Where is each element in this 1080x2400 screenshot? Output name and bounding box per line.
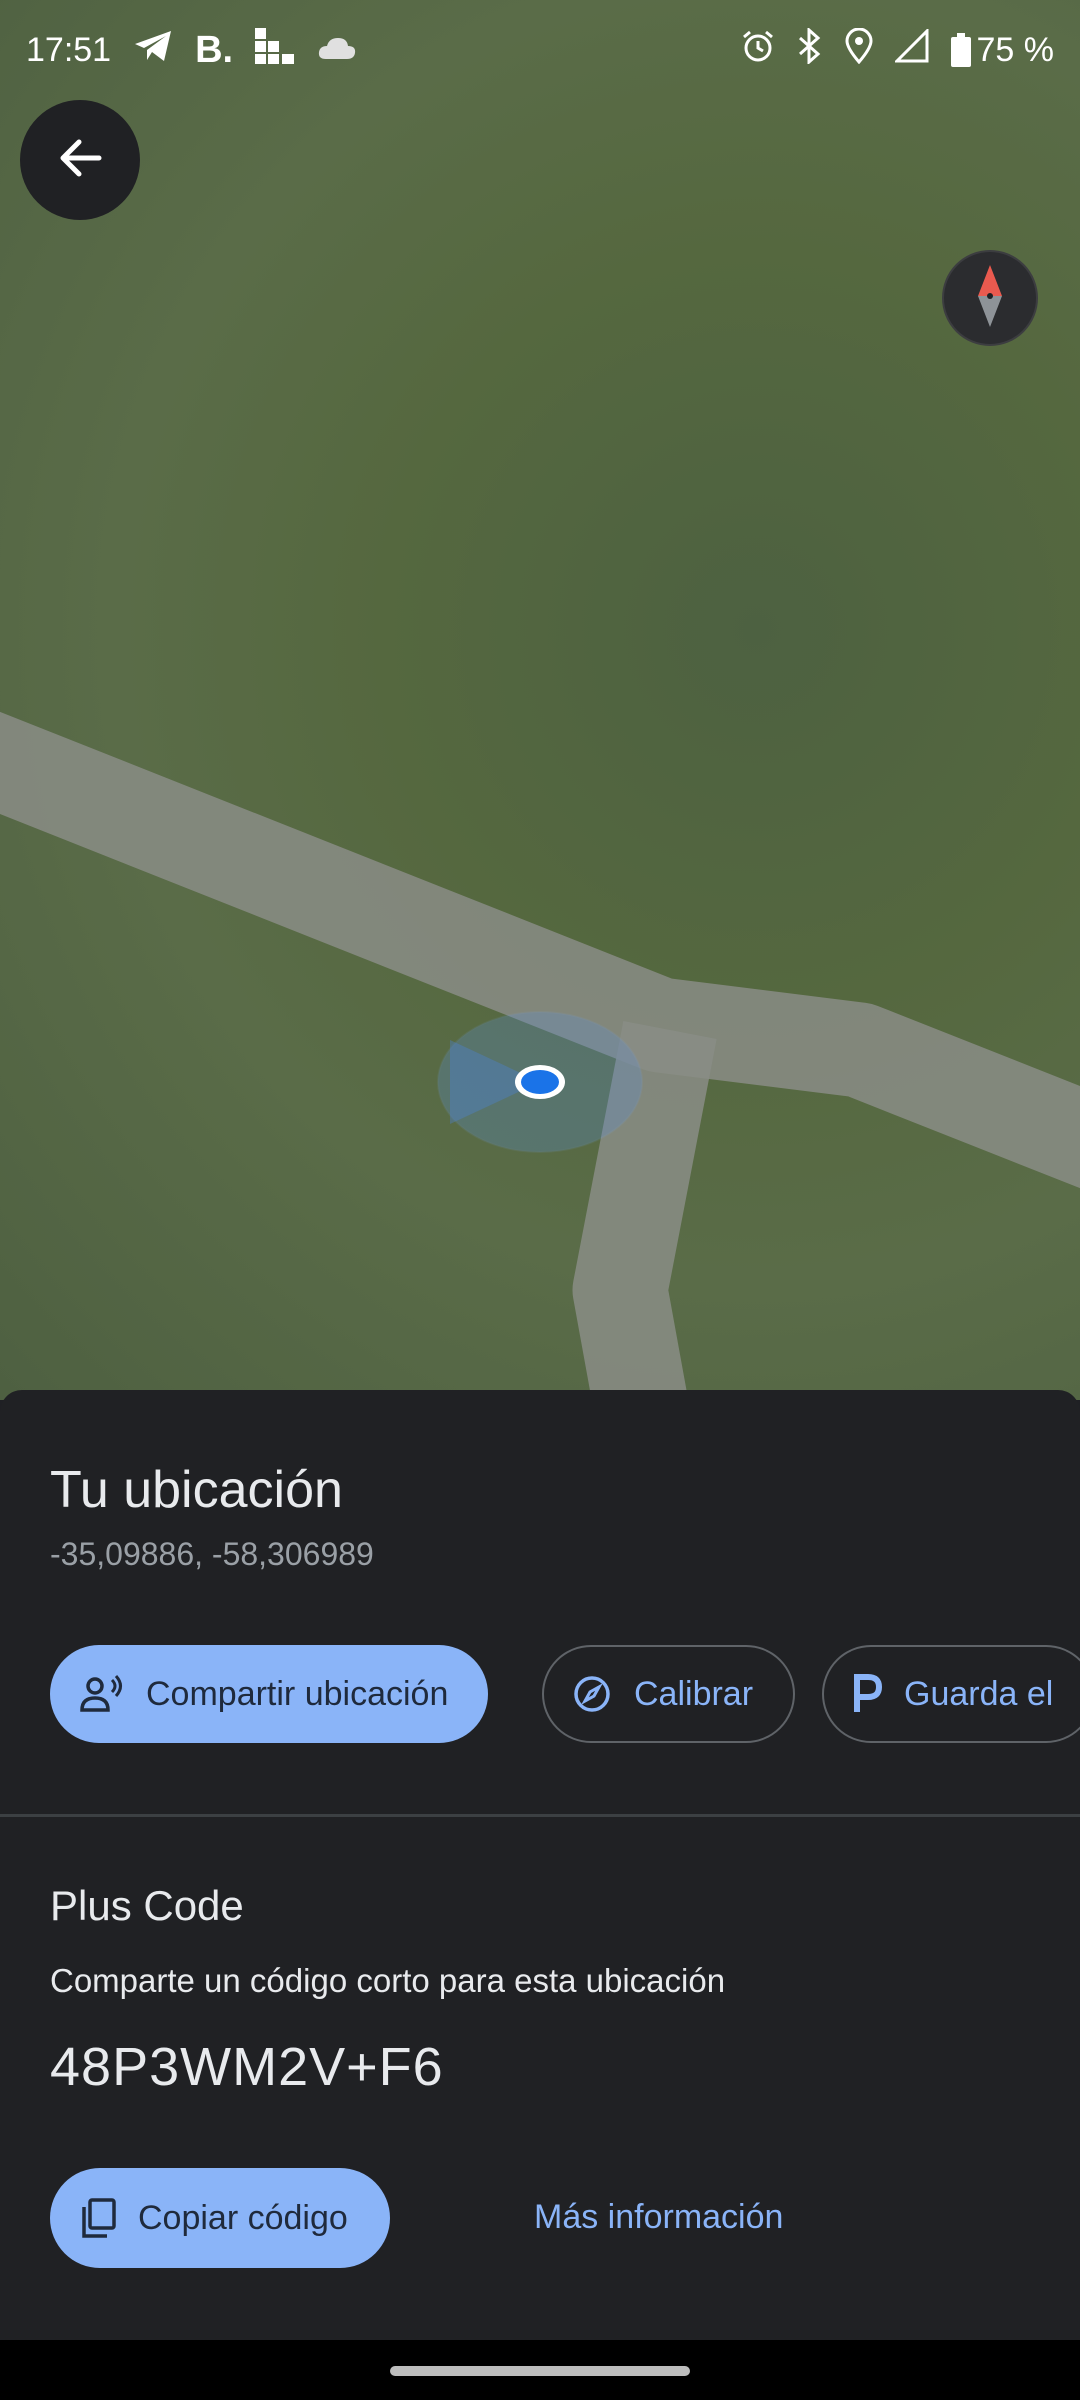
save-parking-label: Guarda el: [904, 1674, 1054, 1713]
map-canvas[interactable]: [0, 0, 1080, 1400]
status-bar-left: 17:51 B.: [26, 27, 357, 73]
app-grid-icon: [255, 27, 295, 73]
status-time: 17:51: [26, 30, 112, 69]
share-location-icon: [80, 1674, 124, 1714]
location-bottom-sheet[interactable]: Tu ubicación -35,09886, -58,306989 Compa…: [0, 1390, 1080, 2340]
signal-icon: [892, 26, 929, 72]
home-gesture-handle[interactable]: [390, 2366, 690, 2376]
current-location-dot-icon[interactable]: [515, 1065, 565, 1099]
status-bar: 17:51 B. 75 %: [0, 0, 1080, 100]
booking-icon: B.: [195, 28, 234, 71]
cloud-icon: [317, 31, 357, 70]
parking-icon: [852, 1674, 882, 1714]
bluetooth-icon: [797, 26, 823, 73]
share-location-label: Compartir ubicación: [146, 1674, 449, 1713]
compass-calibrate-icon: [572, 1674, 612, 1714]
battery-icon: 75 %: [950, 30, 1055, 70]
copy-icon: [80, 2198, 116, 2238]
telegram-icon: [133, 29, 173, 72]
status-bar-right: 75 %: [741, 26, 1055, 73]
compass-button[interactable]: [942, 250, 1038, 346]
sheet-title: Tu ubicación: [50, 1461, 343, 1519]
location-icon: [844, 27, 873, 73]
copy-code-button[interactable]: Copiar código: [50, 2168, 390, 2268]
location-coordinates[interactable]: -35,09886, -58,306989: [50, 1536, 374, 1573]
compass-icon: [975, 264, 1005, 332]
share-location-button[interactable]: Compartir ubicación: [50, 1645, 489, 1743]
alarm-icon: [741, 29, 775, 72]
calibrate-button[interactable]: Calibrar: [542, 1645, 796, 1743]
back-arrow-icon: [57, 135, 103, 186]
section-divider: [0, 1814, 1080, 1817]
action-chips: Compartir ubicación Calibrar Guarda el: [50, 1645, 1080, 1745]
save-parking-button[interactable]: Guarda el: [822, 1645, 1080, 1743]
navigation-bar: [0, 2340, 1080, 2400]
plus-code-value[interactable]: 48P3WM2V+F6: [50, 2036, 444, 2098]
map-view[interactable]: [0, 0, 1080, 1400]
copy-code-label: Copiar código: [138, 2198, 348, 2237]
battery-percentage: 75 %: [976, 30, 1055, 69]
plus-code-heading: Plus Code: [50, 1882, 244, 1929]
back-button[interactable]: [20, 100, 140, 220]
plus-code-description: Comparte un código corto para esta ubica…: [50, 1962, 726, 1999]
more-info-link[interactable]: Más información: [534, 2198, 783, 2237]
calibrate-label: Calibrar: [634, 1674, 754, 1713]
